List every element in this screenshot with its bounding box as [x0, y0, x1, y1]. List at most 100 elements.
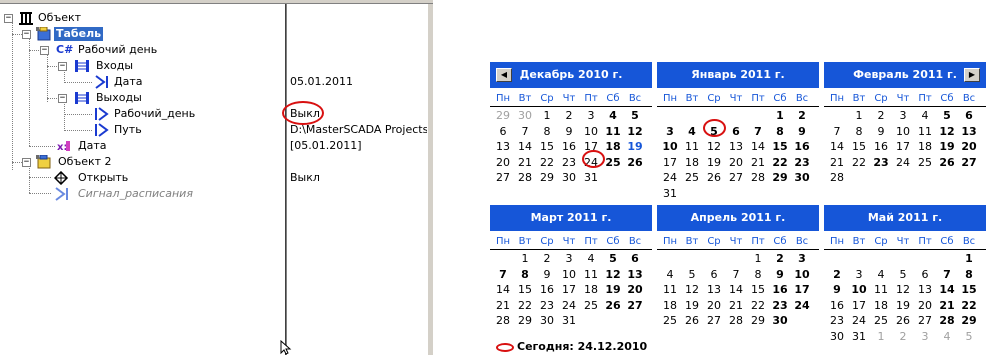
day-cell[interactable]: 30: [514, 108, 536, 124]
day-cell[interactable]: 6: [492, 124, 514, 140]
day-cell[interactable]: 1: [747, 251, 769, 267]
day-cell[interactable]: 9: [870, 124, 892, 140]
day-cell[interactable]: 6: [914, 267, 936, 283]
month-calendar-april-2011[interactable]: Апрель 2011 г. Пн Вт Ср Чт Пт Сб Вс 1234567891…: [657, 205, 819, 329]
day-cell[interactable]: 19: [892, 298, 914, 314]
day-cell[interactable]: 9: [826, 282, 848, 298]
day-cell[interactable]: 11: [870, 282, 892, 298]
day-cell[interactable]: 20: [624, 282, 646, 298]
day-cell[interactable]: 9: [558, 124, 580, 140]
day-cell[interactable]: 1: [769, 108, 791, 124]
day-cell[interactable]: 29: [514, 313, 536, 329]
day-cell[interactable]: 30: [558, 170, 580, 186]
day-cell[interactable]: 10: [892, 124, 914, 140]
tree-item-output-workday[interactable]: Рабочий_день: [0, 106, 285, 122]
day-cell[interactable]: 8: [848, 124, 870, 140]
day-cell[interactable]: 4: [914, 108, 936, 124]
day-cell[interactable]: 7: [826, 124, 848, 140]
day-cell[interactable]: 25: [659, 313, 681, 329]
day-cell[interactable]: 11: [659, 282, 681, 298]
day-cell[interactable]: 2: [791, 108, 813, 124]
day-cell[interactable]: 13: [958, 124, 980, 140]
day-cell[interactable]: 16: [870, 139, 892, 155]
day-cell[interactable]: 20: [914, 298, 936, 314]
day-cell[interactable]: 13: [914, 282, 936, 298]
day-cell[interactable]: 28: [725, 313, 747, 329]
day-cell[interactable]: 10: [659, 139, 681, 155]
day-cell[interactable]: 5: [958, 329, 980, 345]
day-cell[interactable]: 27: [492, 170, 514, 186]
day-cell[interactable]: 8: [747, 267, 769, 283]
tree-item-open[interactable]: Открыть: [0, 170, 285, 186]
day-cell[interactable]: 11: [914, 124, 936, 140]
day-cell[interactable]: 3: [791, 251, 813, 267]
month-calendar-december-2010[interactable]: ◀ Декабрь 2010 г. Пн Вт Ср Чт Пт Сб Вс 29 30 1 2 3…: [490, 62, 652, 186]
day-cell[interactable]: 30: [826, 329, 848, 345]
day-cell[interactable]: 5: [892, 267, 914, 283]
column-divider[interactable]: [285, 4, 287, 355]
day-cell[interactable]: 9: [769, 267, 791, 283]
day-cell[interactable]: 16: [826, 298, 848, 314]
day-cell[interactable]: 7: [492, 267, 514, 283]
day-cell[interactable]: 23: [769, 298, 791, 314]
day-cell[interactable]: 2: [826, 267, 848, 283]
day-cell[interactable]: 27: [703, 313, 725, 329]
day-cell[interactable]: 12: [892, 282, 914, 298]
day-cell[interactable]: 6: [624, 251, 646, 267]
day-cell[interactable]: 6: [725, 124, 747, 140]
month-calendar-february-2011[interactable]: Февраль 2011 г. ▶ Пн Вт Ср Чт Пт Сб Вс 1234567…: [824, 62, 986, 186]
day-cell[interactable]: 4: [681, 124, 703, 140]
tree-item-schedule-signal[interactable]: Сигнал_расписания: [0, 186, 285, 202]
day-cell[interactable]: 3: [848, 267, 870, 283]
day-cell[interactable]: 2: [769, 251, 791, 267]
day-cell[interactable]: 13: [492, 139, 514, 155]
day-cell[interactable]: 2: [870, 108, 892, 124]
day-cell[interactable]: 13: [703, 282, 725, 298]
day-cell[interactable]: 3: [580, 108, 602, 124]
day-cell[interactable]: 21: [747, 155, 769, 171]
day-cell[interactable]: 25: [870, 313, 892, 329]
day-cell[interactable]: 24: [558, 298, 580, 314]
day-cell[interactable]: 25: [681, 170, 703, 186]
day-cell[interactable]: 28: [936, 313, 958, 329]
month-calendar-march-2011[interactable]: Март 2011 г. Пн Вт Ср Чт Пт Сб Вс 1 2 3 4 5 6 7 8 9 10 1…: [490, 205, 652, 329]
collapse-icon[interactable]: −: [58, 94, 67, 103]
tree-item-input-date[interactable]: Дата: [0, 74, 285, 90]
day-cell[interactable]: 16: [791, 139, 813, 155]
day-cell[interactable]: 13: [725, 139, 747, 155]
day-cell[interactable]: 12: [703, 139, 725, 155]
day-cell[interactable]: 24: [659, 170, 681, 186]
day-cell[interactable]: 30: [536, 313, 558, 329]
day-cell[interactable]: 28: [747, 170, 769, 186]
day-cell[interactable]: 1: [958, 251, 980, 267]
month-calendar-january-2011[interactable]: Январь 2011 г. Пн Вт Ср Чт Пт Сб Вс 1234567891…: [657, 62, 819, 201]
day-cell[interactable]: 25: [914, 155, 936, 171]
day-cell[interactable]: 14: [725, 282, 747, 298]
day-cell[interactable]: 12: [624, 124, 646, 140]
day-cell[interactable]: 9: [536, 267, 558, 283]
day-cell[interactable]: 6: [703, 267, 725, 283]
today-link[interactable]: Сегодня: 24.12.2010: [496, 340, 647, 354]
day-cell[interactable]: 19: [602, 282, 624, 298]
day-cell[interactable]: 5: [624, 108, 646, 124]
day-cell[interactable]: 27: [914, 313, 936, 329]
day-cell[interactable]: 9: [791, 124, 813, 140]
day-cell[interactable]: 16: [769, 282, 791, 298]
tree-item-date-variable[interactable]: x: Дата: [0, 138, 285, 154]
day-cell[interactable]: 10: [848, 282, 870, 298]
day-cell[interactable]: 7: [514, 124, 536, 140]
day-cell[interactable]: 29: [536, 170, 558, 186]
day-cell[interactable]: 12: [936, 124, 958, 140]
day-cell[interactable]: 10: [580, 124, 602, 140]
collapse-icon[interactable]: −: [22, 30, 31, 39]
day-cell[interactable]: 31: [558, 313, 580, 329]
day-cell[interactable]: 22: [848, 155, 870, 171]
day-cell[interactable]: 5: [936, 108, 958, 124]
day-cell[interactable]: 14: [936, 282, 958, 298]
day-cell[interactable]: 14: [747, 139, 769, 155]
day-cell[interactable]: 26: [703, 170, 725, 186]
day-cell[interactable]: 3: [914, 329, 936, 345]
day-cell[interactable]: 3: [892, 108, 914, 124]
day-cell[interactable]: 8: [958, 267, 980, 283]
day-cell[interactable]: 14: [826, 139, 848, 155]
